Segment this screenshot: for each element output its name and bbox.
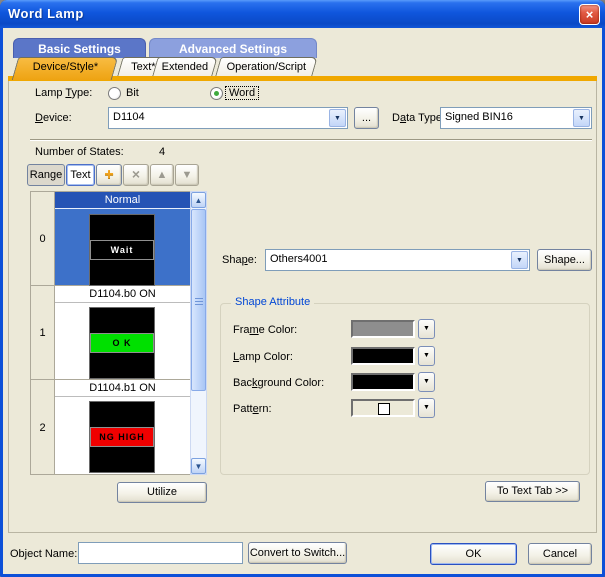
state-row-0[interactable]: Normal Wait: [55, 191, 190, 286]
tab-group-advanced-settings: Advanced Settings: [149, 38, 317, 58]
data-type-combo-arrow-icon[interactable]: ▼: [573, 109, 590, 127]
scrollbar-thumb[interactable]: [191, 209, 206, 391]
utilize-button[interactable]: Utilize: [117, 482, 207, 503]
tab-group-basic-settings: Basic Settings: [13, 38, 146, 58]
title-bar[interactable]: Word Lamp ×: [0, 0, 605, 28]
tab-operation-script[interactable]: Operation/Script: [215, 57, 317, 76]
data-type-label: Data Type:: [392, 112, 445, 124]
bit-radio-label[interactable]: Bit: [126, 87, 139, 99]
move-down-icon[interactable]: ▼: [175, 164, 199, 186]
lamp-color-label: Lamp Color:: [233, 351, 293, 363]
device-combo-arrow-icon[interactable]: ▼: [329, 109, 346, 127]
bit-radio[interactable]: [108, 87, 121, 100]
scrollbar-grip: [195, 298, 203, 305]
data-type-combo[interactable]: Signed BIN16 ▼: [440, 107, 592, 129]
word-lamp-dialog: Word Lamp × Basic Settings Advanced Sett…: [0, 0, 605, 577]
scroll-up-icon[interactable]: ▲: [191, 192, 206, 208]
convert-to-switch-button[interactable]: Convert to Switch...: [248, 542, 347, 564]
state-row-0-lamp-text: Wait: [90, 240, 154, 260]
shape-button[interactable]: Shape...: [537, 249, 592, 271]
pattern-label: Pattern:: [233, 403, 272, 415]
cancel-button[interactable]: Cancel: [528, 543, 592, 565]
state-row-1-header: D1104.b0 ON: [55, 286, 190, 303]
separator-line: [30, 139, 592, 141]
state-index-0[interactable]: 0: [30, 191, 55, 286]
state-index-1[interactable]: 1: [30, 285, 55, 380]
move-up-icon[interactable]: ▲: [150, 164, 174, 186]
shape-combo[interactable]: Others4001 ▼: [265, 249, 530, 271]
background-color-label: Background Color:: [233, 377, 324, 389]
pattern-preview: [378, 403, 390, 415]
to-text-tab-button[interactable]: To Text Tab >>: [485, 481, 580, 502]
lamp-type-label: Lamp Type:: [35, 87, 92, 99]
state-row-2[interactable]: D1104.b1 ON NG HIGH: [55, 380, 190, 475]
tab-extended[interactable]: Extended: [152, 57, 217, 76]
range-button[interactable]: Range: [27, 164, 65, 186]
text-button[interactable]: Text: [66, 164, 95, 186]
state-row-1-lamp-text: O K: [90, 333, 154, 353]
frame-color-swatch[interactable]: [351, 320, 415, 338]
dialog-body: Basic Settings Advanced Settings Device/…: [3, 28, 602, 574]
state-row-1[interactable]: D1104.b0 ON O K: [55, 286, 190, 380]
object-name-label: Object Name:: [10, 548, 77, 560]
pattern-dropdown-icon[interactable]: ▼: [418, 398, 435, 418]
state-row-2-header: D1104.b1 ON: [55, 380, 190, 397]
shape-label: Shape:: [222, 254, 257, 266]
word-radio[interactable]: [210, 87, 223, 100]
state-row-0-header: Normal: [55, 192, 190, 209]
state-row-2-lamp-text: NG HIGH: [90, 427, 154, 447]
shape-attribute-title: Shape Attribute: [231, 296, 314, 308]
lamp-color-swatch[interactable]: [351, 347, 415, 365]
delete-state-icon[interactable]: ×: [123, 164, 149, 186]
device-browse-button[interactable]: ...: [354, 107, 379, 129]
number-of-states-label: Number of States:: [35, 146, 124, 158]
device-label: Device:: [35, 112, 72, 124]
shape-attribute-group: Shape Attribute Frame Color: ▼ Lamp Colo…: [220, 303, 590, 475]
close-icon[interactable]: ×: [579, 4, 600, 25]
ok-button[interactable]: OK: [430, 543, 517, 565]
state-row-1-lamp-preview: O K: [89, 307, 155, 379]
state-index-2[interactable]: 2: [30, 379, 55, 475]
number-of-states-value: 4: [159, 146, 165, 158]
state-list-scrollbar[interactable]: ▲ ▼: [190, 191, 207, 475]
scroll-down-icon[interactable]: ▼: [191, 458, 206, 474]
device-combo[interactable]: D1104 ▼: [108, 107, 348, 129]
background-color-swatch[interactable]: [351, 373, 415, 391]
shape-combo-arrow-icon[interactable]: ▼: [511, 251, 528, 269]
tab-device-style[interactable]: Device/Style*: [12, 57, 119, 80]
pattern-swatch[interactable]: [351, 399, 415, 417]
word-radio-label[interactable]: Word: [225, 86, 259, 100]
state-row-2-lamp-preview: NG HIGH: [89, 401, 155, 473]
object-name-input[interactable]: [78, 542, 243, 564]
frame-color-dropdown-icon[interactable]: ▼: [418, 319, 435, 339]
background-color-dropdown-icon[interactable]: ▼: [418, 372, 435, 392]
frame-color-label: Frame Color:: [233, 324, 297, 336]
window-title: Word Lamp: [8, 6, 84, 21]
add-state-icon[interactable]: +: [96, 164, 122, 186]
state-row-0-lamp-preview: Wait: [89, 214, 155, 286]
lamp-color-dropdown-icon[interactable]: ▼: [418, 346, 435, 366]
